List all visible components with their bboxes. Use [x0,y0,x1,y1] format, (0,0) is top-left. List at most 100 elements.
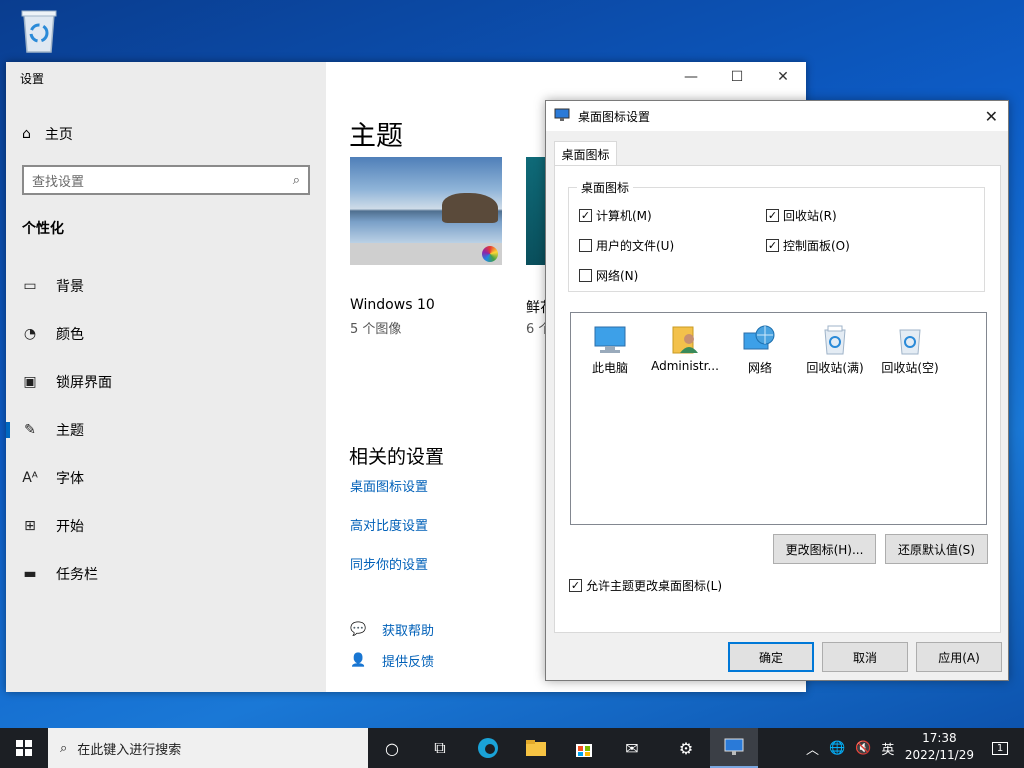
checkbox-box: ✓ [579,209,592,222]
volume-muted-icon[interactable]: 🔇 [855,741,871,756]
rock-shape [442,193,498,223]
nav-home[interactable]: ⌂ 主页 [22,124,73,144]
ok-button[interactable]: 确定 [728,642,814,672]
icon-label: 回收站(空) [881,361,939,375]
nav-label: 任务栏 [56,567,98,583]
dialog-close-button[interactable]: ✕ [985,107,998,126]
nav-item-lockscreen[interactable]: ▣ 锁屏界面 [6,362,326,402]
mail-icon[interactable]: ✉ [608,728,656,768]
settings-gear-icon[interactable]: ⚙ [662,728,710,768]
font-icon: Aᴬ [22,470,38,486]
nav-label: 字体 [56,471,84,487]
control-panel-checkbox[interactable]: ✓ 控制面板(O) [766,237,850,254]
search-icon: ⌕ [60,740,68,756]
maximize-button[interactable]: ☐ [714,62,760,92]
nav-item-taskbar[interactable]: ▬ 任务栏 [6,554,326,594]
icon-item-recycle-full[interactable]: 回收站(满) [799,319,871,376]
cortana-icon[interactable]: ○ [368,728,416,768]
icon-item-this-pc[interactable]: 此电脑 [574,319,646,376]
close-button[interactable]: ✕ [760,62,806,92]
start-icon: ⊞ [24,518,36,534]
cancel-button[interactable]: 取消 [822,642,908,672]
start-button[interactable] [0,728,48,768]
network-globe-icon [724,319,796,355]
theme-preview-windows10[interactable] [350,157,502,265]
help-chat-icon: 💬 [350,622,367,637]
settings-sidebar: 设置 ⌂ 主页 查找设置 ⌕ 个性化 ▭ 背景 ◔ 颜色 ▣ 锁屏界面 ✎ 主题… [6,62,326,692]
dialog-panel: 桌面图标 ✓ 计算机(M) ✓ 回收站(R) 用户的文件(U) ✓ 控制面板(O… [554,165,1001,633]
feedback-label: 提供反馈 [382,655,435,670]
get-help-link[interactable]: 💬 获取帮助 [350,620,434,639]
taskbar-search-placeholder: 在此键入进行搜索 [77,742,182,758]
network-checkbox[interactable]: 网络(N) [579,267,638,284]
nav-item-start[interactable]: ⊞ 开始 [6,506,326,546]
desktop-icon-settings-link[interactable]: 桌面图标设置 [350,476,428,495]
checkbox-box [579,239,592,252]
nav-item-background[interactable]: ▭ 背景 [6,266,326,306]
checkbox-label: 允许主题更改桌面图标(L) [586,579,723,593]
notification-count: 1 [991,741,1009,755]
home-icon: ⌂ [22,126,31,142]
recycle-bin-icon[interactable] [18,8,60,54]
taskbar-icon: ▬ [23,566,37,582]
ime-indicator[interactable]: 英 [881,739,894,758]
notification-center-icon[interactable]: 1 [976,728,1024,768]
nav-item-colors[interactable]: ◔ 颜色 [6,314,326,354]
clock-date: 2022/11/29 [904,748,974,762]
apply-button[interactable]: 应用(A) [916,642,1002,672]
nav-home-label: 主页 [44,127,73,143]
checkbox-box: ✓ [766,209,779,222]
desktop-icon-settings-dialog: 桌面图标设置 ✕ 桌面图标 桌面图标 ✓ 计算机(M) ✓ 回收站(R) 用户的… [545,100,1009,681]
nav-label: 开始 [56,519,84,535]
store-icon[interactable] [560,728,608,768]
sync-settings-link[interactable]: 同步你的设置 [350,554,428,573]
taskbar-clock[interactable]: 17:38 2022/11/29 [905,730,974,764]
restore-default-button[interactable]: 还原默认值(S) [885,534,988,564]
recycle-bin-checkbox[interactable]: ✓ 回收站(R) [766,207,837,224]
change-icon-button[interactable]: 更改图标(H)... [773,534,876,564]
dialog-title: 桌面图标设置 [578,109,651,124]
nav-label: 背景 [56,279,84,295]
nav-item-themes[interactable]: ✎ 主题 [6,410,326,450]
window-title: 设置 [20,72,45,86]
theme-name: Windows 10 [350,297,435,313]
chevron-up-icon[interactable]: ︿ [806,739,819,758]
color-wheel-icon [482,246,498,262]
taskbar: ⌕ 在此键入进行搜索 ○ ⧉ ✉ ⚙ ︿ 🌐 🔇 英 17:38 2022/11… [0,728,1024,768]
icon-item-recycle-empty[interactable]: 回收站(空) [874,319,946,376]
clock-time: 17:38 [922,731,957,745]
feedback-link[interactable]: 👤 提供反馈 [350,651,434,670]
desktop-icon-settings-taskbar-icon[interactable] [710,728,758,768]
system-tray: ︿ 🌐 🔇 英 [806,728,894,768]
icon-item-network[interactable]: 网络 [724,319,796,376]
user-folder-icon [649,319,721,355]
desktop-icons-group: 桌面图标 ✓ 计算机(M) ✓ 回收站(R) 用户的文件(U) ✓ 控制面板(O… [568,179,985,292]
allow-theme-change-checkbox[interactable]: ✓ 允许主题更改桌面图标(L) [569,577,722,594]
checkbox-label: 控制面板(O) [783,239,850,253]
task-view-icon[interactable]: ⧉ [416,728,464,768]
monitor-icon [554,108,570,125]
recycle-bin-empty-icon [874,319,946,355]
computer-icon [574,319,646,355]
nav-item-fonts[interactable]: Aᴬ 字体 [6,458,326,498]
checkbox-label: 计算机(M) [596,209,652,223]
taskbar-search-input[interactable]: ⌕ 在此键入进行搜索 [48,728,368,768]
computer-checkbox[interactable]: ✓ 计算机(M) [579,207,652,224]
user-files-checkbox[interactable]: 用户的文件(U) [579,237,674,254]
tab-desktop-icons[interactable]: 桌面图标 [554,141,617,166]
icon-label: 回收站(满) [806,361,864,375]
recycle-bin-full-icon [799,319,871,355]
desktop-icon-list[interactable]: 此电脑 Administr... 网络 回收站(满) 回收站(空) [570,312,987,525]
high-contrast-link[interactable]: 高对比度设置 [350,515,428,534]
icon-item-user-files[interactable]: Administr... [649,319,721,373]
get-help-label: 获取帮助 [382,624,435,639]
network-icon[interactable]: 🌐 [829,741,845,756]
edge-icon[interactable] [464,728,512,768]
nav-label: 锁屏界面 [56,375,112,391]
nav-label: 颜色 [56,327,84,343]
checkbox-label: 网络(N) [596,269,639,283]
file-explorer-icon[interactable] [512,728,560,768]
minimize-button[interactable]: — [668,62,714,92]
icon-label: Administr... [651,359,719,373]
settings-search-input[interactable]: 查找设置 ⌕ [22,165,310,195]
